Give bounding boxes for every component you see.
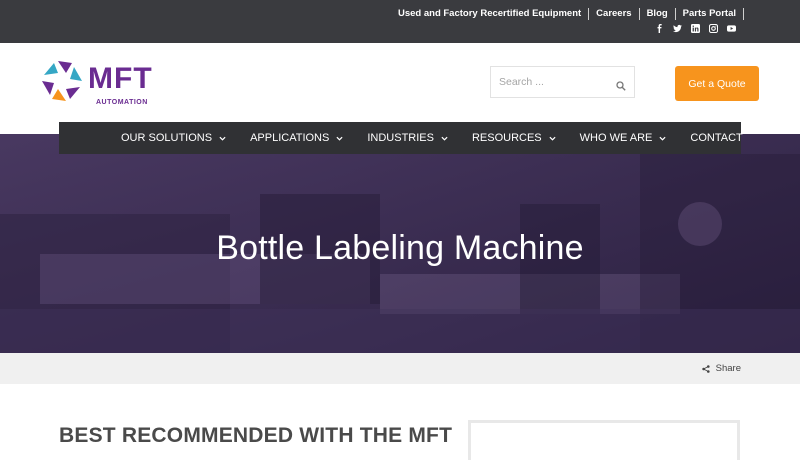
instagram-icon[interactable] <box>709 24 718 33</box>
used-equipment-link[interactable]: Used and Factory Recertified Equipment <box>391 8 590 20</box>
chevron-down-icon <box>549 136 556 141</box>
search-icon[interactable] <box>616 78 626 91</box>
section-heading: BEST RECOMMENDED WITH THE MFT <box>59 424 453 447</box>
nav-item-label: APPLICATIONS <box>250 132 330 144</box>
nav-item-label: RESOURCES <box>471 132 542 144</box>
parts-portal-link[interactable]: Parts Portal <box>676 8 744 20</box>
nav-resources[interactable]: RESOURCES <box>472 132 556 144</box>
chevron-down-icon <box>219 136 226 141</box>
careers-link[interactable]: Careers <box>589 8 640 20</box>
utility-links: Used and Factory Recertified Equipment C… <box>391 7 744 21</box>
nav-item-label: OUR SOLUTIONS <box>121 132 213 144</box>
youtube-icon[interactable] <box>727 24 736 33</box>
share-icon <box>701 364 710 373</box>
sidebar-box <box>468 420 740 460</box>
nav-applications[interactable]: APPLICATIONS <box>250 132 343 144</box>
search-input[interactable] <box>491 67 611 97</box>
nav-contact[interactable]: CONTACT <box>690 132 742 144</box>
get-a-quote-button[interactable]: Get a Quote <box>675 66 759 101</box>
facebook-icon[interactable] <box>655 24 664 33</box>
main-navigation: OUR SOLUTIONS APPLICATIONS INDUSTRIES RE… <box>59 122 743 154</box>
share-label: Share <box>715 363 741 374</box>
search-box <box>490 66 635 98</box>
mft-logo[interactable]: MFT AUTOMATION <box>40 55 180 107</box>
logo-text: MFT <box>88 62 153 95</box>
page-title: Bottle Labeling Machine <box>216 229 584 267</box>
logo-subtext: AUTOMATION <box>96 99 148 106</box>
nav-industries[interactable]: INDUSTRIES <box>367 132 448 144</box>
blog-link[interactable]: Blog <box>640 8 676 20</box>
linkedin-icon[interactable] <box>691 24 700 33</box>
top-utility-bar: Used and Factory Recertified Equipment C… <box>0 0 800 43</box>
nav-item-label: CONTACT <box>690 132 743 144</box>
nav-item-label: WHO WE ARE <box>579 132 653 144</box>
nav-item-label: INDUSTRIES <box>367 132 434 144</box>
nav-our-solutions[interactable]: OUR SOLUTIONS <box>121 132 226 144</box>
twitter-icon[interactable] <box>673 24 682 33</box>
site-header: MFT AUTOMATION Get a Quote <box>0 43 800 134</box>
chevron-down-icon <box>659 136 666 141</box>
hero-banner: Bottle Labeling Machine <box>0 134 800 353</box>
share-button[interactable]: Share <box>701 363 741 374</box>
nav-who-we-are[interactable]: WHO WE ARE <box>580 132 667 144</box>
social-links <box>655 24 736 33</box>
share-bar: Share <box>0 353 800 384</box>
chevron-down-icon <box>336 136 343 141</box>
chevron-down-icon <box>441 136 448 141</box>
